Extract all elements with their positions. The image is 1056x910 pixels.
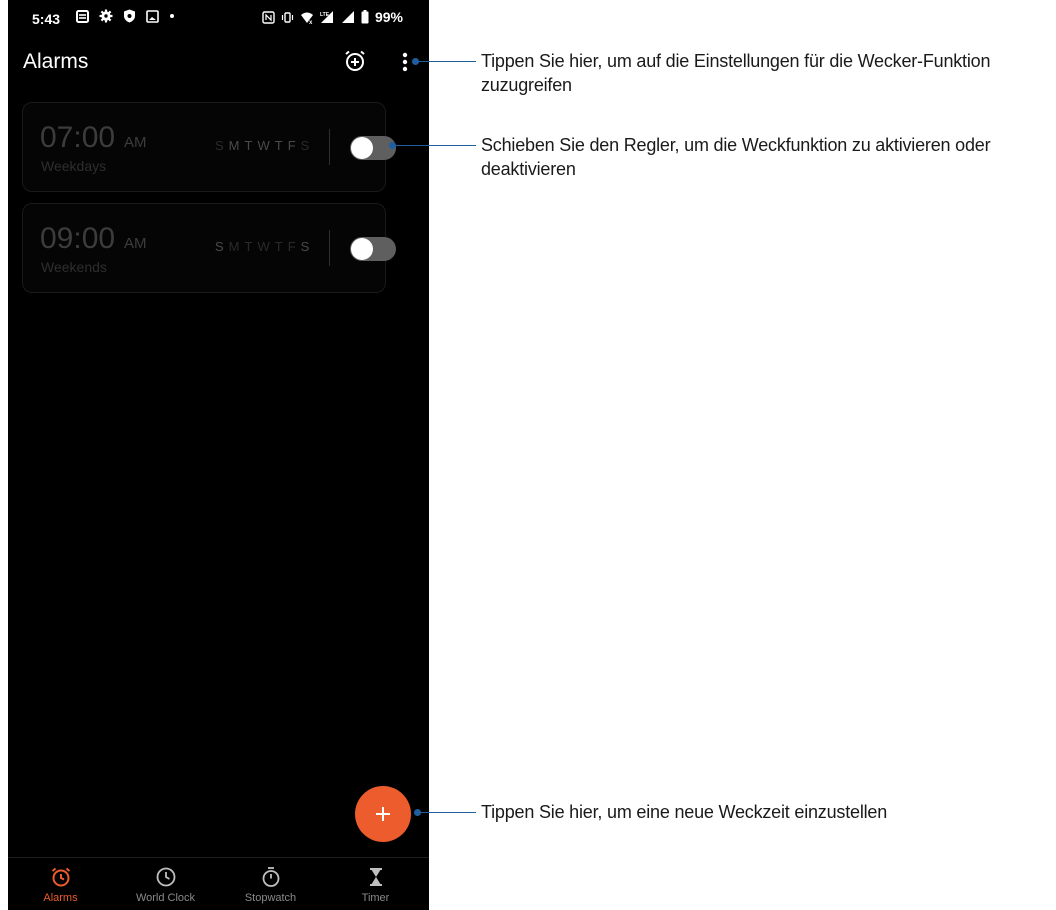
alarm-card[interactable]: 09:00 AM Weekends S M T W T F S xyxy=(22,203,396,293)
alarm-card[interactable]: 07:00 AM Weekdays S M T W T F S xyxy=(22,102,396,192)
day-wednesday: W xyxy=(257,239,270,254)
status-time: 5:43 xyxy=(32,11,61,27)
divider xyxy=(329,129,330,165)
alarm-days: S M T W T F S xyxy=(215,138,309,153)
alarm-icon xyxy=(51,867,70,887)
signal-bars-icon xyxy=(341,11,354,23)
nav-label: Stopwatch xyxy=(244,892,297,904)
status-icons-left xyxy=(76,9,175,23)
nav-label: World Clock xyxy=(135,892,196,904)
alarm-ampm: AM xyxy=(124,235,147,252)
day-thursday: T xyxy=(274,239,283,254)
alarm-add-icon[interactable] xyxy=(343,49,367,73)
status-icons-right: x LTE 99% xyxy=(262,9,403,25)
nav-world-clock[interactable]: World Clock xyxy=(113,866,218,904)
day-saturday: S xyxy=(300,239,310,254)
toggle-thumb xyxy=(351,137,373,159)
nav-label: Timer xyxy=(361,892,390,904)
image-icon xyxy=(146,9,159,23)
settings-icon xyxy=(99,9,113,23)
clock-icon xyxy=(156,867,175,887)
stopwatch-icon xyxy=(262,867,279,887)
phone-screen: 5:43 x LTE 99% Alarms 07:00 AM Weekdays … xyxy=(8,0,429,910)
alarm-repeat-label: Weekdays xyxy=(41,158,107,174)
vibrate-icon xyxy=(281,11,294,23)
day-saturday: S xyxy=(300,138,310,153)
nav-stopwatch[interactable]: Stopwatch xyxy=(218,866,323,904)
notification-icon xyxy=(76,9,89,23)
battery-percent: 99% xyxy=(374,9,403,25)
day-monday: M xyxy=(228,239,240,254)
alarm-toggle[interactable] xyxy=(350,237,396,261)
callout-add: Tippen Sie hier, um eine neue Weckzeit e… xyxy=(481,802,888,822)
nfc-icon xyxy=(262,10,275,24)
alarm-repeat-label: Weekends xyxy=(41,259,107,275)
day-monday: M xyxy=(228,138,240,153)
shield-icon xyxy=(124,9,135,23)
day-tuesday: T xyxy=(244,138,253,153)
day-wednesday: W xyxy=(257,138,270,153)
nav-alarms[interactable]: Alarms xyxy=(8,866,113,904)
hourglass-icon xyxy=(369,868,382,886)
callout-line xyxy=(416,61,476,62)
toggle-thumb xyxy=(351,238,373,260)
svg-text:LTE: LTE xyxy=(320,12,330,18)
alarm-time: 07:00 xyxy=(40,121,116,154)
svg-text:x: x xyxy=(309,20,313,24)
alarm-time: 09:00 xyxy=(40,222,116,255)
day-friday: F xyxy=(287,239,296,254)
bottom-nav: Alarms World Clock Stopwatch Timer xyxy=(8,857,429,910)
status-bar: 5:43 x LTE 99% xyxy=(8,0,429,42)
wifi-icon: x xyxy=(300,12,313,24)
battery-icon xyxy=(361,10,369,24)
callout-line xyxy=(393,145,476,146)
page-title: Alarms xyxy=(23,50,89,73)
day-sunday: S xyxy=(215,138,224,153)
callout-toggle: Schieben Sie den Regler, um die Weckfunk… xyxy=(481,135,991,179)
day-friday: F xyxy=(287,138,296,153)
alarm-days: S M T W T F S xyxy=(215,239,309,254)
plus-icon xyxy=(376,807,390,821)
dot-icon xyxy=(170,14,174,18)
add-alarm-button[interactable] xyxy=(355,786,411,842)
day-tuesday: T xyxy=(244,239,253,254)
nav-label: Alarms xyxy=(43,892,78,904)
callout-settings: Tippen Sie hier, um auf die Einstellunge… xyxy=(481,51,991,95)
day-sunday: S xyxy=(215,239,224,254)
callout-line xyxy=(418,812,476,813)
alarm-ampm: AM xyxy=(124,134,147,151)
more-vert-icon[interactable] xyxy=(398,49,412,75)
signal-lte-icon: LTE xyxy=(320,11,333,23)
nav-timer[interactable]: Timer xyxy=(323,866,428,904)
divider xyxy=(329,230,330,266)
day-thursday: T xyxy=(274,138,283,153)
